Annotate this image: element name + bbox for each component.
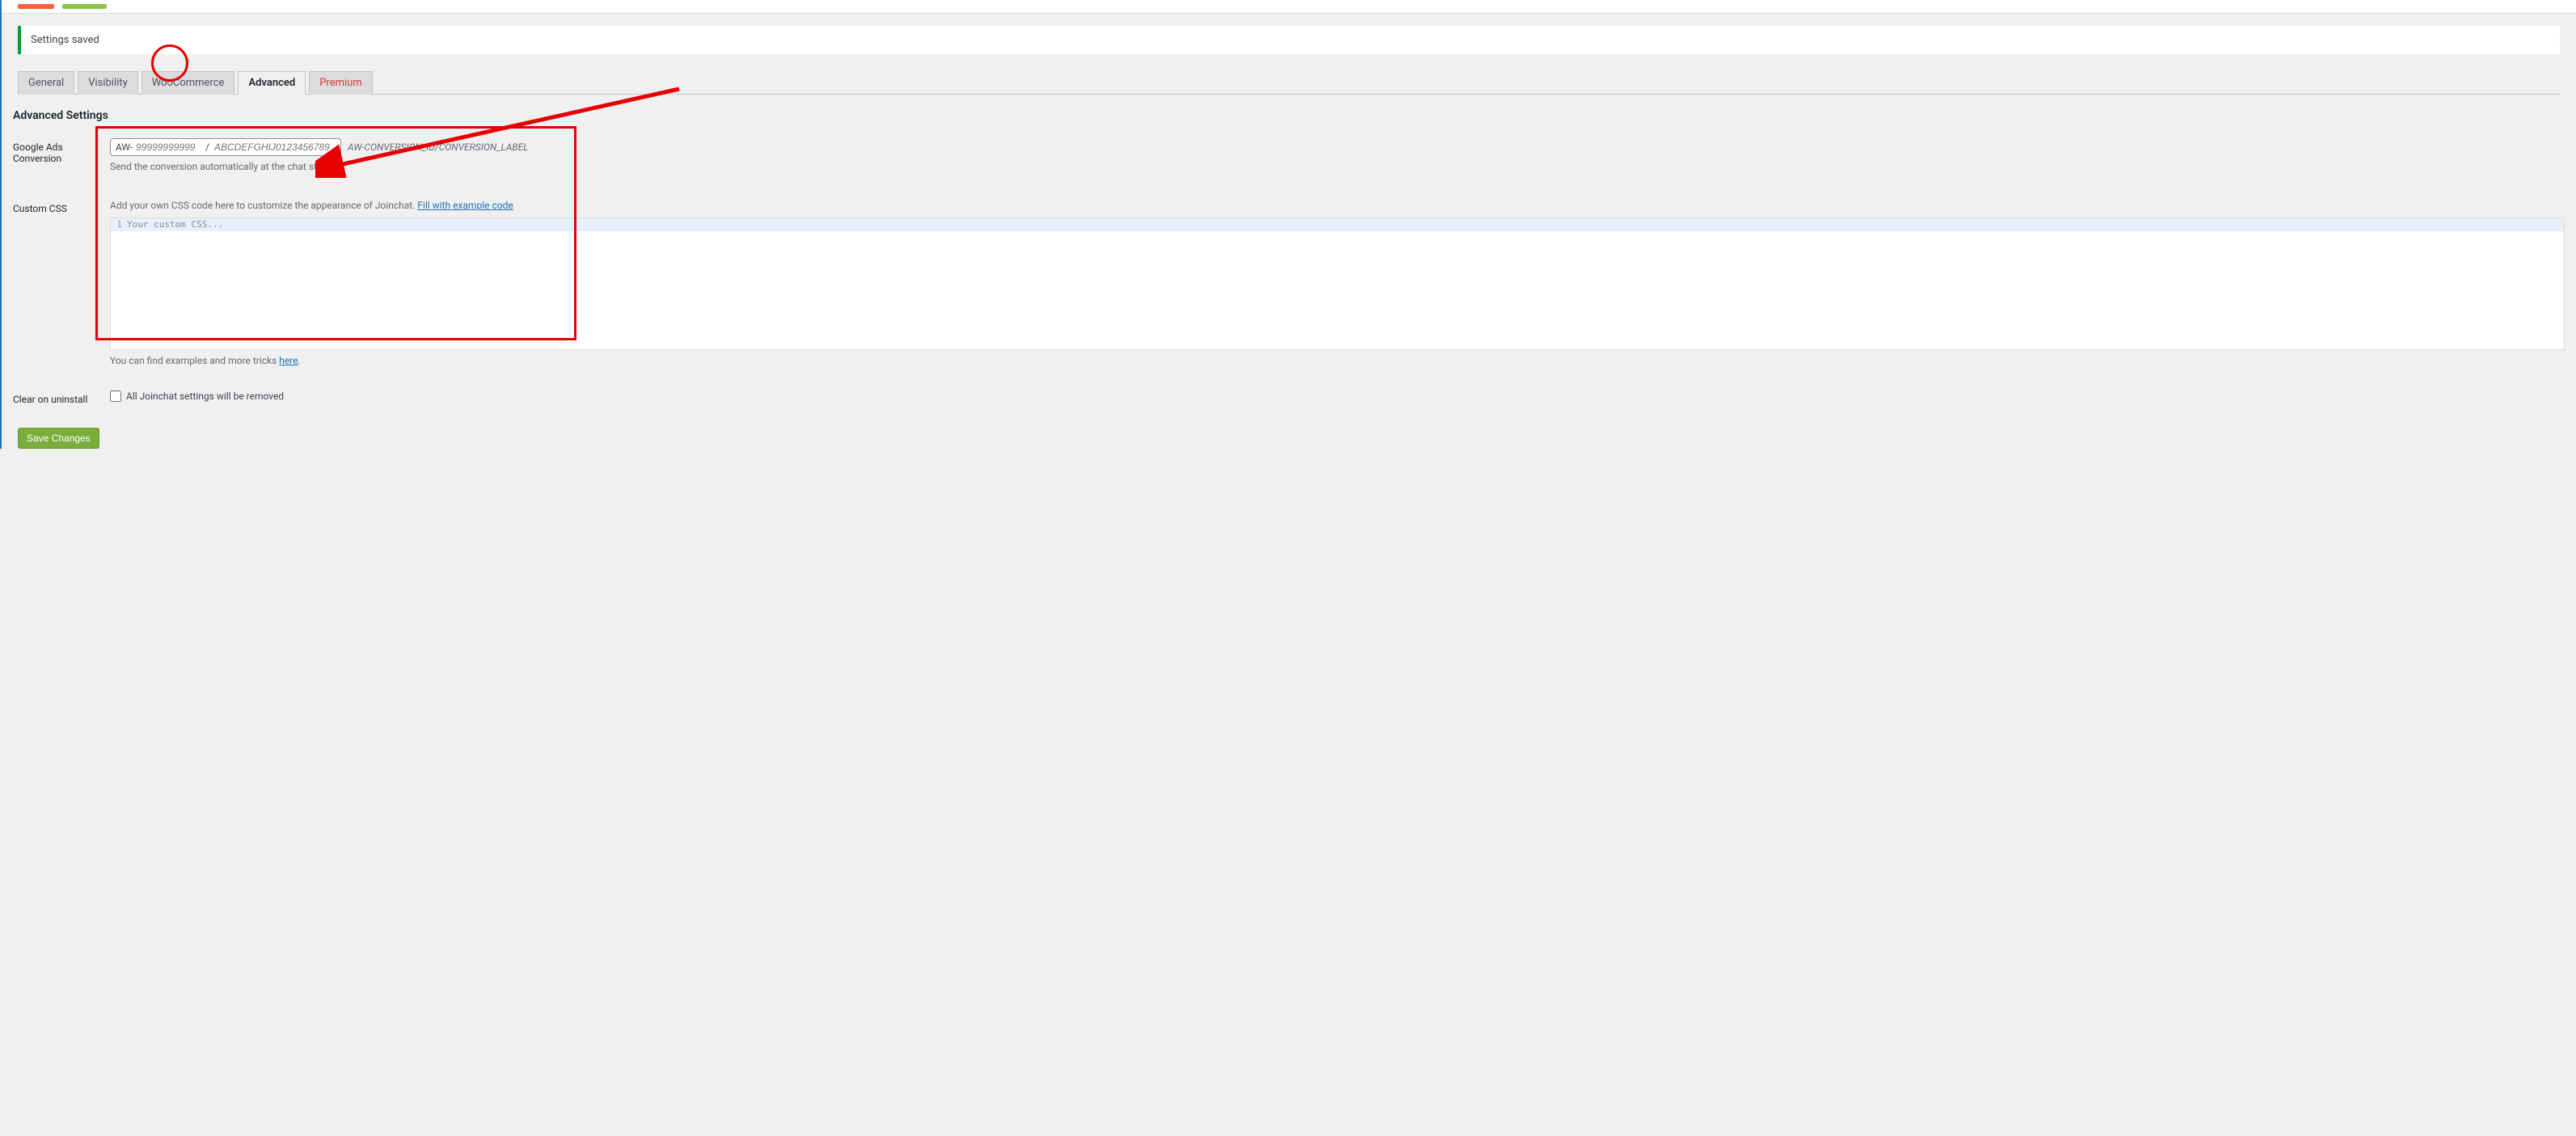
examples-link[interactable]: here: [279, 355, 298, 366]
tab-visibility[interactable]: Visibility: [78, 71, 138, 95]
settings-tabs: General Visibility WooCommerce Advanced …: [18, 70, 2560, 95]
aw-hint: AW-CONVERSION_ID/CONVERSION_LABEL: [348, 141, 529, 153]
row-clear-uninstall: Clear on uninstall All Joinchat settings…: [2, 384, 2576, 412]
examples-suffix: .: [298, 355, 301, 366]
line-number: 1: [111, 218, 125, 231]
notice-text: Settings saved: [31, 34, 99, 46]
row-google-ads: Google Ads Conversion AW- / AW-CONVERSIO…: [2, 132, 2576, 179]
css-intro-text: Add your own CSS code here to customize …: [110, 200, 417, 211]
banner-green-button[interactable]: [62, 4, 107, 9]
aw-slash: /: [205, 141, 209, 153]
tab-premium[interactable]: Premium: [309, 71, 373, 95]
tab-woocommerce[interactable]: WooCommerce: [141, 71, 235, 95]
clear-uninstall-text: All Joinchat settings will be removed: [126, 391, 284, 402]
row-custom-css: Custom CSS Add your own CSS code here to…: [2, 193, 2576, 373]
google-ads-input-group[interactable]: AW- /: [110, 138, 341, 156]
custom-css-editor[interactable]: 1 Your custom CSS...: [110, 217, 2565, 350]
banner-orange-button[interactable]: [18, 4, 54, 9]
aw-prefix: AW-: [116, 141, 133, 153]
fill-example-link[interactable]: Fill with example code: [417, 200, 513, 211]
examples-prefix: You can find examples and more tricks: [110, 355, 279, 366]
conversion-label-input[interactable]: [214, 141, 336, 153]
notice-settings-saved: Settings saved: [18, 26, 2560, 54]
examples-text: You can find examples and more tricks he…: [110, 355, 2565, 366]
save-changes-button[interactable]: Save Changes: [18, 428, 99, 449]
label-google-ads: Google Ads Conversion: [13, 138, 110, 172]
label-custom-css: Custom CSS: [13, 200, 110, 366]
tab-advanced[interactable]: Advanced: [238, 71, 306, 95]
conversion-id-input[interactable]: [136, 141, 201, 153]
clear-uninstall-checkbox[interactable]: [110, 391, 121, 402]
label-clear-uninstall: Clear on uninstall: [13, 391, 110, 405]
css-placeholder: Your custom CSS...: [125, 218, 223, 231]
page-title: Advanced Settings: [13, 109, 2560, 122]
custom-css-intro: Add your own CSS code here to customize …: [110, 200, 2565, 211]
tab-general[interactable]: General: [18, 71, 74, 95]
top-banner: [2, 0, 2576, 14]
google-ads-sub: Send the conversion automatically at the…: [110, 161, 2565, 172]
